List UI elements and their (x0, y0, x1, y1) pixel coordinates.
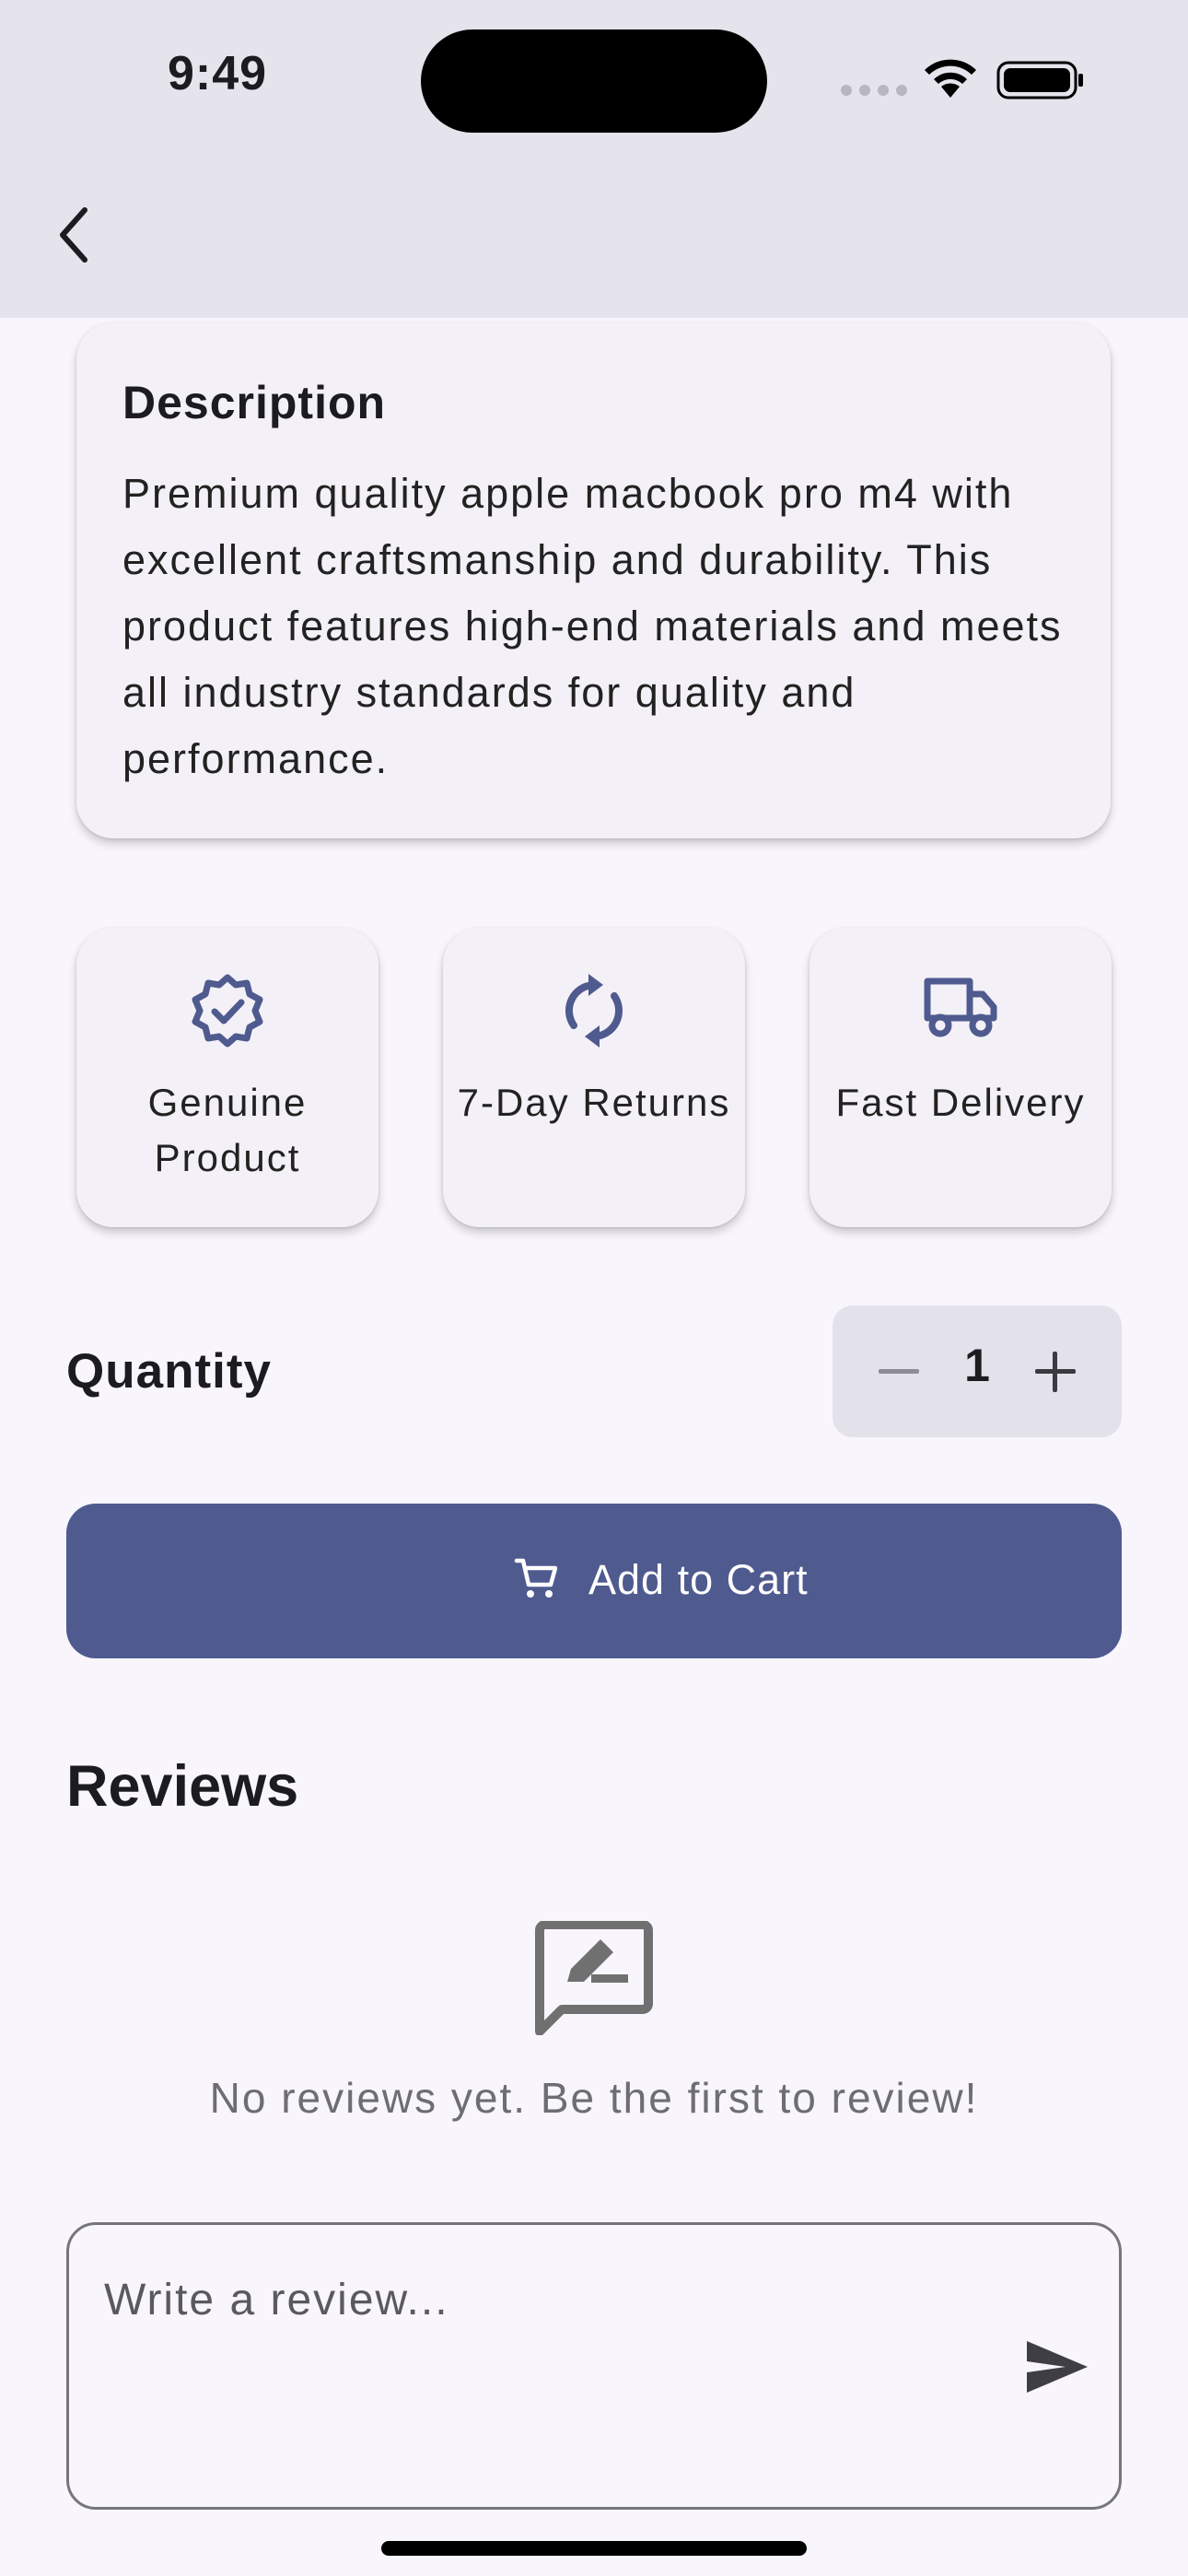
description-title: Description (122, 377, 387, 428)
feature-label: 7-Day Returns (457, 1081, 731, 1124)
feature-card-delivery: Fast Delivery (809, 928, 1112, 1227)
feature-card-returns: 7-Day Returns (443, 928, 745, 1227)
dynamic-island (421, 29, 767, 133)
empty-reviews-text: No reviews yet. Be the first to review! (209, 2074, 979, 2122)
quantity-value: 1 (964, 1340, 990, 1391)
feature-card-genuine: Genuine Product (76, 928, 379, 1227)
review-input[interactable] (102, 2253, 990, 2347)
description-card: Description Premium quality apple macboo… (76, 322, 1111, 838)
quantity-label: Quantity (66, 1344, 272, 1399)
sync-icon (565, 974, 623, 1048)
back-chevron-icon[interactable] (52, 205, 98, 265)
status-time: 9:49 (168, 47, 268, 100)
quantity-stepper: 1 (833, 1306, 1122, 1437)
cellular-signal-icon (841, 85, 907, 96)
add-to-cart-button[interactable]: Add to Cart (66, 1504, 1122, 1658)
home-indicator (381, 2541, 807, 2556)
rate-review-icon (535, 1921, 653, 2035)
wifi-icon (925, 59, 976, 98)
app-bar: 9:49 (0, 0, 1188, 318)
send-icon[interactable] (1025, 2339, 1089, 2395)
increment-button[interactable] (1028, 1344, 1083, 1399)
review-input-box (66, 2222, 1122, 2510)
description-text: Premium quality apple macbook pro m4 wit… (122, 470, 1063, 782)
truck-icon (924, 978, 997, 1037)
cart-icon (514, 1558, 558, 1598)
reviews-title: Reviews (66, 1754, 299, 1819)
verified-badge-icon (192, 974, 263, 1048)
battery-icon (996, 61, 1083, 100)
decrement-button[interactable] (871, 1344, 926, 1399)
feature-label: Fast Delivery (835, 1081, 1086, 1124)
feature-label: Genuine Product (147, 1081, 308, 1179)
add-to-cart-label: Add to Cart (588, 1556, 809, 1603)
